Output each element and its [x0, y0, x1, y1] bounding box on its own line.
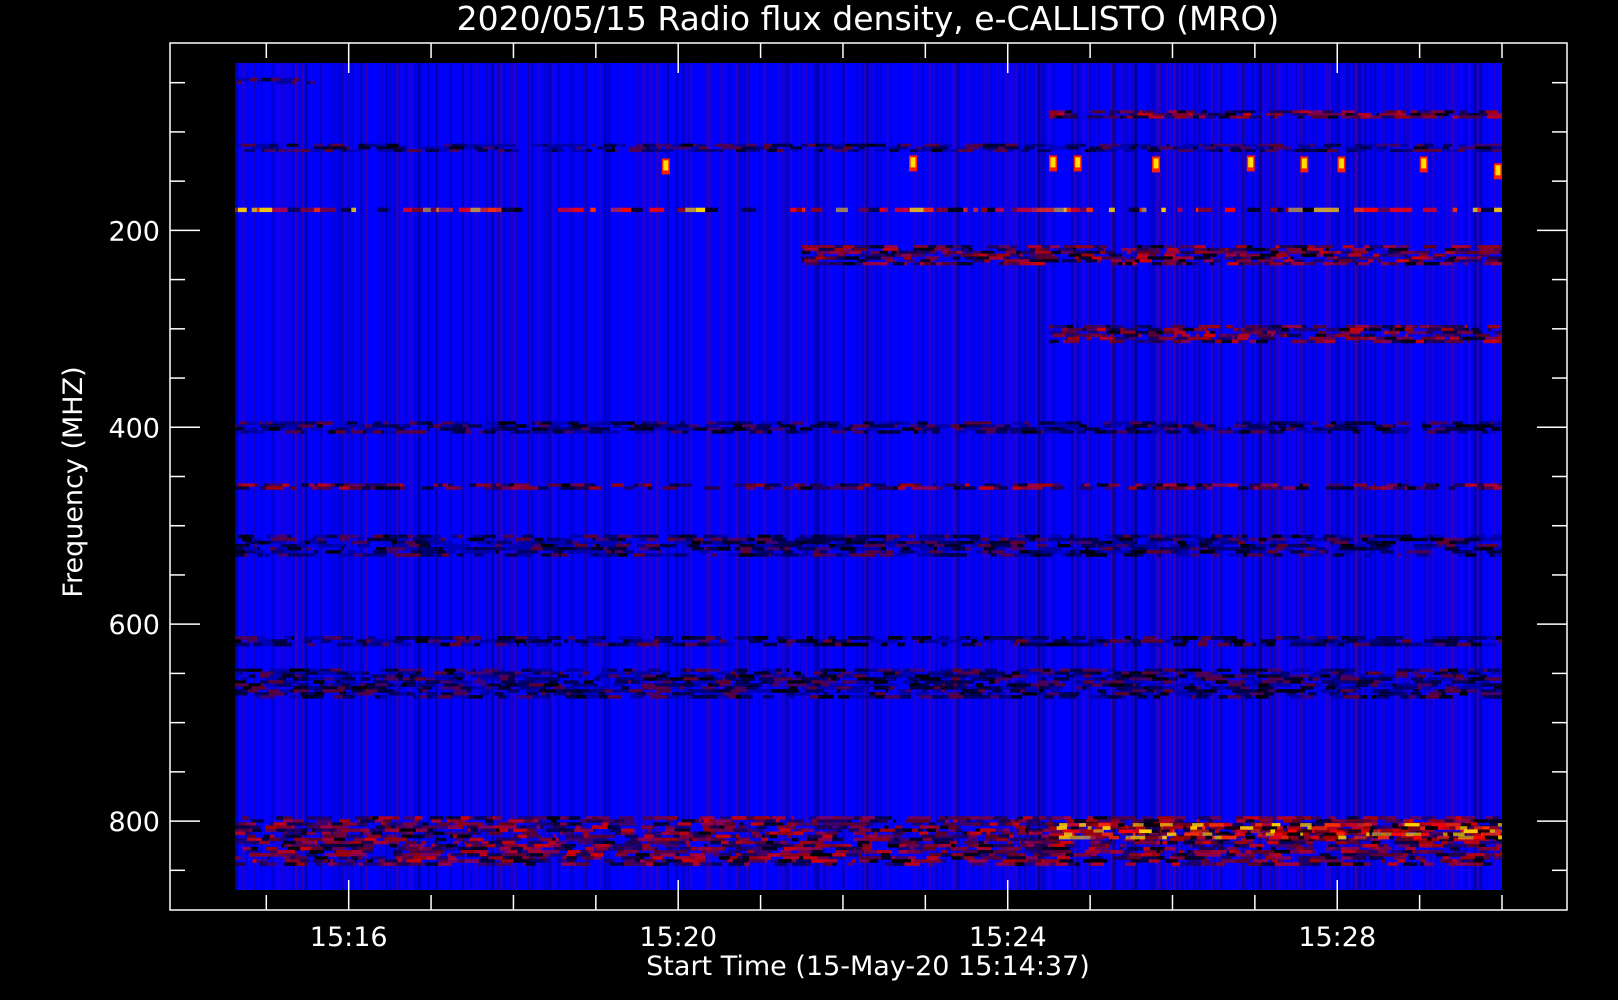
x-tick-label: 15:28 [1298, 922, 1376, 953]
burst-core [1075, 157, 1081, 168]
burst-core [1153, 158, 1159, 169]
y-tick-label: 200 [108, 216, 160, 247]
chart-title: 2020/05/15 Radio flux density, e-CALLIST… [457, 0, 1280, 38]
x-axis-label: Start Time (15-May-20 15:14:37) [646, 951, 1090, 982]
y-axis-label: Frequency (MHZ) [58, 366, 89, 597]
burst-core [910, 157, 916, 168]
y-tick-label: 800 [108, 807, 160, 838]
x-tick-label: 15:16 [310, 922, 388, 953]
burst-core [1050, 157, 1056, 168]
burst-core [1495, 165, 1501, 176]
burst-core [1248, 157, 1254, 168]
burst-core [1338, 158, 1344, 169]
spectrogram-chart: 2020/05/15 Radio flux density, e-CALLIST… [0, 0, 1618, 1000]
y-tick-label: 600 [108, 610, 160, 641]
y-tick-label: 400 [108, 413, 160, 444]
x-tick-label: 15:24 [969, 922, 1047, 953]
burst-core [1421, 158, 1427, 169]
burst-core [663, 160, 669, 171]
x-tick-label: 15:20 [639, 922, 717, 953]
heatmap-area [235, 63, 1502, 890]
burst-core [1301, 158, 1307, 169]
